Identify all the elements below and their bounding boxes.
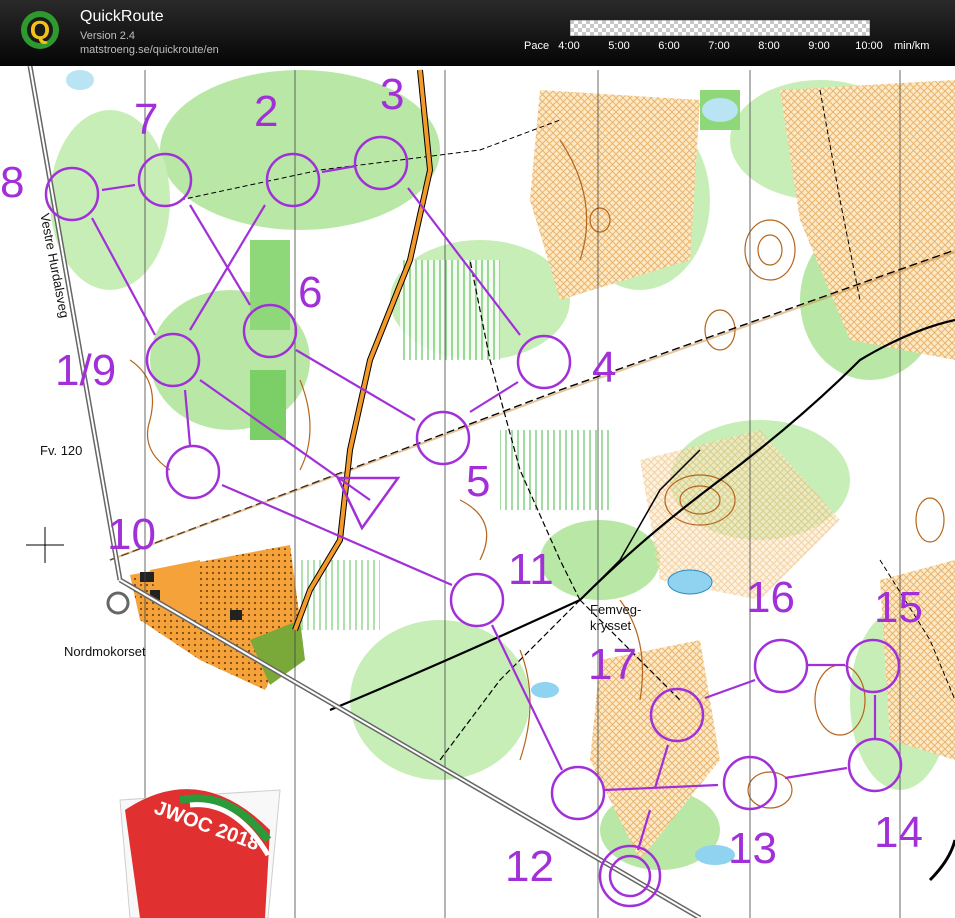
- control-number-13: 13: [728, 824, 777, 873]
- quickroute-viewer: Q QuickRoute Version 2.4 matstroeng.se/q…: [0, 0, 955, 918]
- control-circle-4[interactable]: [516, 334, 572, 390]
- app-title: QuickRoute: [80, 8, 164, 25]
- control-number-15: 15: [874, 583, 923, 632]
- pace-tick: 9:00: [808, 40, 830, 52]
- pace-tick: 4:00: [558, 40, 580, 52]
- pace-tick: 8:00: [758, 40, 780, 52]
- app-url[interactable]: matstroeng.se/quickroute/en: [80, 44, 219, 56]
- app-version: Version 2.4: [80, 30, 136, 42]
- control-number-8: 8: [0, 158, 25, 207]
- crosshair-icon: [26, 527, 64, 563]
- control-number-16: 16: [746, 573, 795, 622]
- place-label-femveg: Femveg-: [590, 602, 642, 617]
- pace-tick: 10:00: [855, 40, 883, 52]
- control-circle-10[interactable]: [165, 444, 221, 500]
- control-circle-12[interactable]: [550, 765, 606, 821]
- svg-text:Q: Q: [30, 15, 50, 45]
- place-label-nordmokorset: Nordmokorset: [64, 644, 146, 659]
- orienteering-map[interactable]: JWOC 2018 Vestre Hurdalsveg Fv. 120 Nord…: [0, 66, 955, 918]
- control-number-11: 11: [508, 545, 554, 594]
- quickroute-logo-icon: Q: [18, 8, 62, 52]
- road-label-fv-120: Fv. 120: [40, 443, 83, 458]
- pace-label: Pace: [524, 40, 550, 52]
- event-logo: JWOC 2018: [119, 789, 281, 918]
- pace-unit: min/km: [894, 40, 930, 52]
- settlement-area: [130, 545, 305, 690]
- pace-tick: 5:00: [608, 40, 630, 52]
- pace-tick: 6:00: [658, 40, 680, 52]
- control-circle-16[interactable]: [753, 638, 809, 694]
- control-number-6: 6: [298, 268, 323, 317]
- control-number-3: 3: [380, 70, 405, 119]
- control-number-14: 14: [874, 808, 923, 857]
- control-number-5: 5: [466, 457, 491, 506]
- control-number-4: 4: [592, 343, 617, 392]
- pace-tick: 7:00: [708, 40, 730, 52]
- control-number-12: 12: [505, 842, 554, 891]
- control-number-2: 2: [254, 87, 279, 136]
- control-circle-11[interactable]: [449, 572, 505, 628]
- control-number-10: 10: [107, 510, 156, 559]
- control-number-1-9: 1/9: [55, 346, 117, 395]
- control-circle-5[interactable]: [415, 410, 471, 466]
- control-number-17: 17: [588, 640, 637, 689]
- header-bar: Q QuickRoute Version 2.4 matstroeng.se/q…: [0, 0, 955, 66]
- control-number-7: 7: [134, 95, 159, 144]
- pace-color-scale: [570, 20, 870, 36]
- place-label-krysset: krysset: [590, 618, 632, 633]
